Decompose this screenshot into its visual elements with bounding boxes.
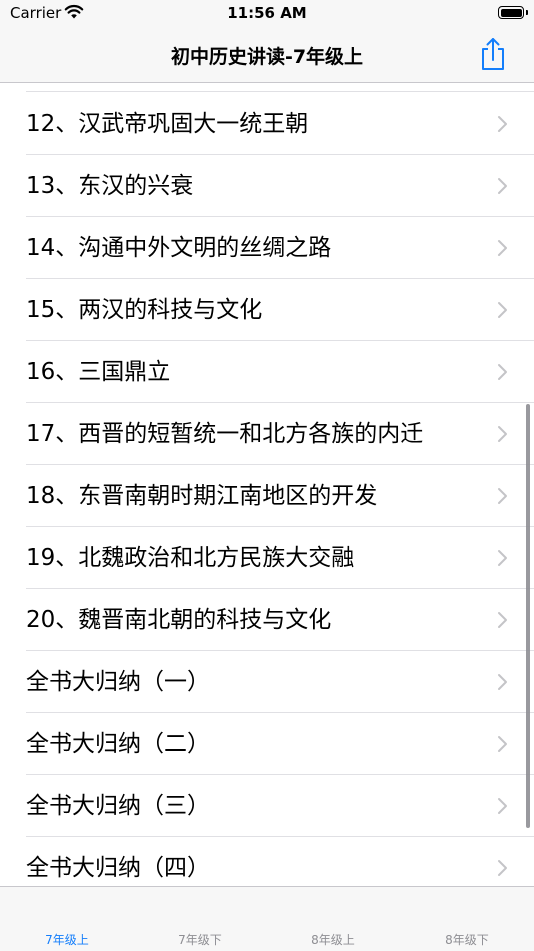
list-item-label: 20、魏晋南北朝的科技与文化 [26, 607, 332, 633]
navigation-bar: 初中历史讲读-7年级上 [0, 30, 534, 83]
chevron-right-icon [498, 426, 507, 442]
chevron-right-icon [498, 240, 507, 256]
list-item-label: 13、东汉的兴衰 [26, 173, 194, 199]
list-item[interactable]: 14、沟通中外文明的丝绸之路 [0, 217, 534, 279]
share-icon [482, 38, 504, 70]
list-item[interactable]: 全书大归纳（四） [0, 837, 534, 886]
scroll-indicator[interactable] [526, 404, 530, 828]
status-time: 11:56 AM [227, 4, 307, 22]
chevron-right-icon [498, 612, 507, 628]
chevron-right-icon [498, 860, 507, 876]
tab-8-upper[interactable]: 8年级上 [266, 931, 400, 948]
list-item-label: 15、两汉的科技与文化 [26, 297, 263, 323]
list-item-label: 17、西晋的短暂统一和北方各族的内迁 [26, 421, 424, 447]
chevron-right-icon [498, 178, 507, 194]
chapter-list: 12、汉武帝巩固大一统王朝 13、东汉的兴衰 14、沟通中外文明的丝绸之路 15、两汉… [0, 83, 534, 886]
chevron-right-icon [498, 736, 507, 752]
list-item-label: 全书大归纳（一） [26, 669, 210, 695]
battery-icon [498, 6, 524, 19]
list-item[interactable]: 全书大归纳（一） [0, 651, 534, 713]
list-item-label: 18、东晋南朝时期江南地区的开发 [26, 483, 378, 509]
list-item[interactable]: 13、东汉的兴衰 [0, 155, 534, 217]
list-item[interactable]: 12、汉武帝巩固大一统王朝 [0, 93, 534, 155]
list-item-label: 16、三国鼎立 [26, 359, 171, 385]
list-item[interactable]: 全书大归纳（三） [0, 775, 534, 837]
chevron-right-icon [498, 488, 507, 504]
chevron-right-icon [498, 798, 507, 814]
list-item-label: 全书大归纳（四） [26, 855, 210, 881]
list-item[interactable]: 19、北魏政治和北方民族大交融 [0, 527, 534, 589]
tab-7-lower[interactable]: 7年级下 [133, 931, 267, 948]
top-separator [26, 91, 534, 92]
share-button[interactable] [476, 36, 510, 72]
list-item-label: 19、北魏政治和北方民族大交融 [26, 545, 355, 571]
chevron-right-icon [498, 302, 507, 318]
list-item[interactable]: 20、魏晋南北朝的科技与文化 [0, 589, 534, 651]
list-item-label: 14、沟通中外文明的丝绸之路 [26, 235, 332, 261]
chevron-right-icon [498, 116, 507, 132]
list-item[interactable]: 17、西晋的短暂统一和北方各族的内迁 [0, 403, 534, 465]
list-item[interactable]: 18、东晋南朝时期江南地区的开发 [0, 465, 534, 527]
list-item-label: 全书大归纳（三） [26, 793, 210, 819]
page-title: 初中历史讲读-7年级上 [170, 46, 364, 68]
chevron-right-icon [498, 550, 507, 566]
chevron-right-icon [498, 364, 507, 380]
tab-bar: 7年级上 7年级下 8年级上 8年级下 [0, 886, 534, 951]
battery-nub [526, 10, 528, 15]
chevron-right-icon [498, 674, 507, 690]
list-item[interactable]: 16、三国鼎立 [0, 341, 534, 403]
tab-7-upper[interactable]: 7年级上 [0, 931, 134, 948]
list-item-label: 全书大归纳（二） [26, 731, 210, 757]
tab-8-lower[interactable]: 8年级下 [400, 931, 534, 948]
list-item[interactable]: 全书大归纳（二） [0, 713, 534, 775]
list-item[interactable]: 15、两汉的科技与文化 [0, 279, 534, 341]
status-bar: Carrier 11:56 AM [0, 0, 534, 30]
list-item-label: 12、汉武帝巩固大一统王朝 [26, 111, 309, 137]
